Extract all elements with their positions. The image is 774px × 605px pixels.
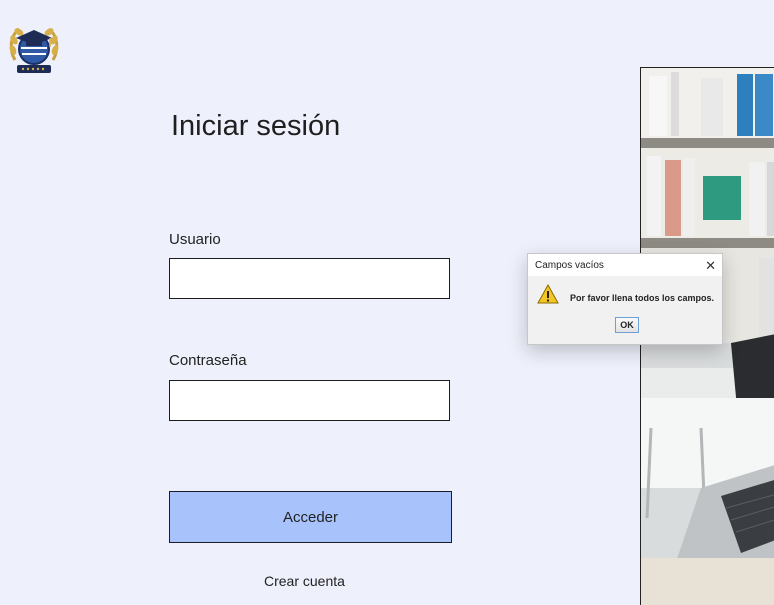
dialog-message: Por favor llena todos los campos.	[570, 293, 715, 303]
graduation-cap-logo-icon	[9, 27, 59, 73]
dialog-titlebar[interactable]: Campos vacíos ✕	[528, 254, 722, 276]
username-label: Usuario	[169, 231, 221, 248]
password-label: Contraseña	[169, 352, 247, 369]
username-input[interactable]	[169, 258, 450, 299]
login-button[interactable]: Acceder	[169, 491, 452, 543]
close-icon[interactable]: ✕	[705, 259, 716, 272]
create-account-link[interactable]: Crear cuenta	[264, 573, 345, 589]
warning-icon	[537, 284, 559, 304]
page-title: Iniciar sesión	[171, 110, 341, 142]
logo	[5, 20, 63, 78]
ok-button[interactable]: OK	[615, 317, 639, 333]
empty-fields-dialog: Campos vacíos ✕ Por favor llena todos lo…	[527, 253, 723, 345]
dialog-title: Campos vacíos	[535, 259, 604, 271]
password-input[interactable]	[169, 380, 450, 421]
